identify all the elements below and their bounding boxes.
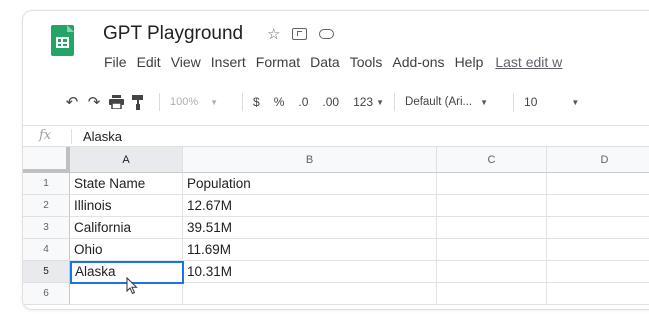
decrease-decimal-button[interactable]: .0 <box>298 91 308 113</box>
cell-d4[interactable] <box>547 239 649 261</box>
menu-tools[interactable]: Tools <box>350 54 383 70</box>
toolbar-divider <box>513 93 515 111</box>
print-icon[interactable] <box>105 91 127 113</box>
font-size-value: 10 <box>524 95 538 109</box>
font-size-select[interactable]: 10 ▼ <box>524 91 582 113</box>
chevron-down-icon: ▼ <box>571 97 580 107</box>
chevron-down-icon: ▼ <box>480 97 489 107</box>
cell-c6[interactable] <box>437 283 547 305</box>
menu-add-ons[interactable]: Add-ons <box>392 54 444 70</box>
cell-d5[interactable] <box>547 261 649 283</box>
cell-c5[interactable] <box>437 261 547 283</box>
fx-icon: fx <box>39 128 52 143</box>
move-to-folder-icon[interactable] <box>292 28 308 40</box>
cell-b3[interactable]: 39.51M <box>183 217 437 239</box>
font-select[interactable]: Default (Ari... ▼ <box>405 91 513 113</box>
formula-bar: fx Alaska <box>23 125 649 147</box>
cell-a2[interactable]: Illinois <box>70 195 183 217</box>
cell-a1[interactable]: State Name <box>70 173 183 195</box>
cell-a4[interactable]: Ohio <box>70 239 183 261</box>
spreadsheet-window: GPT Playground ☆ File Edit View Insert F… <box>22 10 649 310</box>
menu-file[interactable]: File <box>104 54 127 70</box>
cell-d2[interactable] <box>547 195 649 217</box>
more-formats-select[interactable]: 123 ▼ <box>353 91 384 113</box>
last-edit-link[interactable]: Last edit w <box>495 54 562 70</box>
cell-a3[interactable]: California <box>70 217 183 239</box>
paint-format-icon[interactable] <box>127 91 149 113</box>
row-header-4[interactable]: 4 <box>23 239 70 261</box>
column-header-b[interactable]: B <box>183 147 437 173</box>
chevron-down-icon: ▼ <box>376 97 385 107</box>
document-title[interactable]: GPT Playground <box>103 23 243 45</box>
menu-help[interactable]: Help <box>455 54 484 70</box>
select-all-corner[interactable] <box>23 147 70 173</box>
cell-c1[interactable] <box>437 173 547 195</box>
percent-format-button[interactable]: % <box>274 91 285 113</box>
cell-d6[interactable] <box>547 283 649 305</box>
cell-c4[interactable] <box>437 239 547 261</box>
cell-d3[interactable] <box>547 217 649 239</box>
cell-b4[interactable]: 11.69M <box>183 239 437 261</box>
menu-view[interactable]: View <box>171 54 201 70</box>
formula-input[interactable]: Alaska <box>83 129 122 144</box>
toolbar: ↶ ↷ 100% ▼ $ % .0 .00 123 ▼ Default (Ari..… <box>61 89 582 115</box>
sheets-logo-icon[interactable] <box>51 25 74 56</box>
cell-b2[interactable]: 12.67M <box>183 195 437 217</box>
cell-d1[interactable] <box>547 173 649 195</box>
more-formats-label: 123 <box>353 95 374 109</box>
menu-insert[interactable]: Insert <box>211 54 246 70</box>
cloud-status-icon[interactable] <box>319 29 335 39</box>
zoom-select[interactable]: 100% ▼ <box>170 91 232 113</box>
cell-b1[interactable]: Population <box>183 173 437 195</box>
toolbar-divider <box>394 93 396 111</box>
menu-edit[interactable]: Edit <box>137 54 161 70</box>
menu-bar: File Edit View Insert Format Data Tools … <box>104 54 572 70</box>
cell-c3[interactable] <box>437 217 547 239</box>
column-header-d[interactable]: D <box>547 147 649 173</box>
redo-icon[interactable]: ↷ <box>83 91 105 113</box>
cell-c2[interactable] <box>437 195 547 217</box>
mouse-pointer-icon <box>126 277 138 295</box>
menu-format[interactable]: Format <box>256 54 300 70</box>
menu-data[interactable]: Data <box>310 54 340 70</box>
spreadsheet-grid: A B C D 1 2 3 4 5 6 State Name Populatio… <box>23 147 649 309</box>
zoom-value: 100% <box>170 96 199 108</box>
row-header-5[interactable]: 5 <box>23 261 70 283</box>
cell-b6[interactable] <box>183 283 437 305</box>
cell-b5[interactable]: 10.31M <box>183 261 437 283</box>
formula-bar-divider <box>71 129 72 144</box>
column-header-a[interactable]: A <box>70 147 183 173</box>
row-header-2[interactable]: 2 <box>23 195 70 217</box>
star-icon[interactable]: ☆ <box>267 25 280 43</box>
toolbar-divider <box>159 93 160 111</box>
row-header-6[interactable]: 6 <box>23 283 70 305</box>
chevron-down-icon: ▼ <box>210 97 219 107</box>
row-header-3[interactable]: 3 <box>23 217 70 239</box>
currency-format-button[interactable]: $ <box>253 91 260 113</box>
row-header-1[interactable]: 1 <box>23 173 70 195</box>
font-value: Default (Ari... <box>405 96 473 108</box>
increase-decimal-button[interactable]: .00 <box>322 91 339 113</box>
column-header-c[interactable]: C <box>437 147 547 173</box>
toolbar-divider <box>242 93 243 111</box>
undo-icon[interactable]: ↶ <box>61 91 83 113</box>
